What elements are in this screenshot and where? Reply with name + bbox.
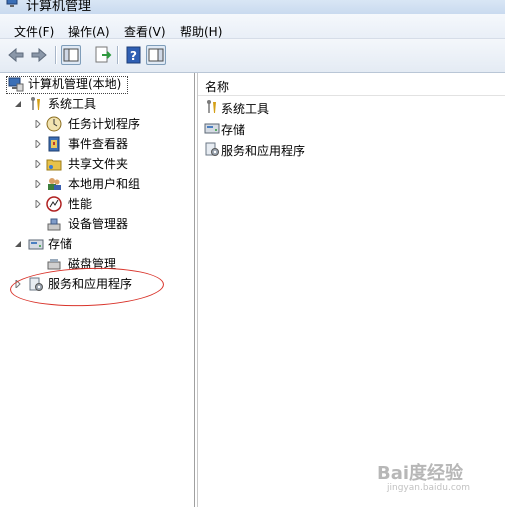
tree-item-device-manager[interactable]: 设备管理器	[34, 214, 184, 234]
toolbar-separator	[55, 46, 57, 64]
menu-file[interactable]: 文件(F)	[14, 23, 54, 40]
list-item-storage[interactable]: 存储	[204, 119, 354, 139]
shared-folder-icon	[46, 159, 62, 171]
tree-label: 设备管理器	[68, 217, 129, 231]
forward-icon[interactable]	[29, 45, 49, 65]
back-icon[interactable]	[6, 45, 26, 65]
tree-item-task-scheduler[interactable]: 任务计划程序	[34, 114, 184, 134]
collapse-arrow-icon[interactable]	[14, 100, 22, 108]
tree-item-root[interactable]: 计算机管理(本地)	[8, 74, 188, 94]
computer-management-icon	[6, 0, 18, 7]
tree-label: 事件查看器	[68, 137, 129, 151]
tree-item-storage[interactable]: 存储	[14, 234, 184, 254]
expand-arrow-icon[interactable]	[34, 200, 42, 208]
expand-arrow-icon[interactable]	[34, 140, 42, 148]
column-header-name[interactable]: 名称	[198, 73, 505, 96]
performance-icon	[46, 196, 62, 212]
properties-button[interactable]	[146, 45, 166, 65]
list-item-label: 服务和应用程序	[221, 144, 306, 158]
tree-item-event-viewer[interactable]: 事件查看器	[34, 134, 184, 154]
clock-icon	[46, 116, 62, 132]
properties-icon	[148, 48, 164, 62]
list-item-system-tools[interactable]: 系统工具	[204, 98, 354, 118]
window-title: 计算机管理	[26, 0, 92, 14]
toolbar: ?	[0, 39, 505, 73]
tree-item-shared-folders[interactable]: 共享文件夹	[34, 154, 184, 174]
tools-icon	[207, 100, 216, 113]
baidu-watermark: Bai度经验 jingyan.baidu.com	[377, 457, 495, 497]
tree-label: 共享文件夹	[68, 157, 129, 171]
computer-management-icon	[8, 77, 24, 92]
tools-icon	[31, 97, 40, 110]
storage-icon	[28, 239, 44, 250]
watermark-url: jingyan.baidu.com	[387, 483, 471, 493]
toolbar-separator	[117, 46, 119, 64]
device-manager-icon	[47, 218, 61, 231]
svg-text:?: ?	[130, 49, 137, 63]
expand-arrow-icon[interactable]	[34, 180, 42, 188]
title-bar: 计算机管理	[0, 0, 505, 14]
tree-label: 存储	[48, 237, 73, 251]
show-hide-tree-button[interactable]	[61, 45, 81, 65]
collapse-arrow-icon[interactable]	[14, 240, 22, 248]
tree-label: 任务计划程序	[68, 117, 141, 131]
tree-item-local-users[interactable]: 本地用户和组	[34, 174, 184, 194]
users-icon	[48, 178, 61, 190]
menu-action[interactable]: 操作(A)	[68, 23, 110, 40]
tree-item-performance[interactable]: 性能	[34, 194, 184, 214]
detail-pane: 名称 系统工具 存储 服务和应用程序	[197, 73, 505, 507]
expand-arrow-icon[interactable]	[34, 120, 42, 128]
list-item-label: 系统工具	[221, 102, 270, 116]
list-item-label: 存储	[221, 123, 246, 137]
tree-label: 本地用户和组	[68, 177, 141, 191]
show-hide-tree-icon	[63, 48, 79, 62]
menu-view[interactable]: 查看(V)	[124, 23, 166, 40]
storage-icon	[204, 123, 220, 134]
tree-label: 系统工具	[48, 97, 97, 111]
help-icon[interactable]: ?	[124, 45, 144, 65]
tree-label: 计算机管理(本地)	[28, 77, 122, 91]
expand-arrow-icon[interactable]	[34, 160, 42, 168]
tree-item-system-tools[interactable]: 系统工具	[14, 94, 184, 114]
event-viewer-icon	[48, 136, 60, 152]
services-icon	[205, 142, 219, 156]
menu-bar: 文件(F) 操作(A) 查看(V) 帮助(H)	[0, 14, 505, 39]
menu-help[interactable]: 帮助(H)	[180, 23, 222, 40]
watermark-brand: Bai度经验	[377, 463, 464, 484]
export-list-icon[interactable]	[93, 45, 113, 65]
column-header-label: 名称	[205, 80, 230, 94]
list-item-services-apps[interactable]: 服务和应用程序	[204, 140, 364, 160]
tree-label: 性能	[68, 197, 93, 211]
